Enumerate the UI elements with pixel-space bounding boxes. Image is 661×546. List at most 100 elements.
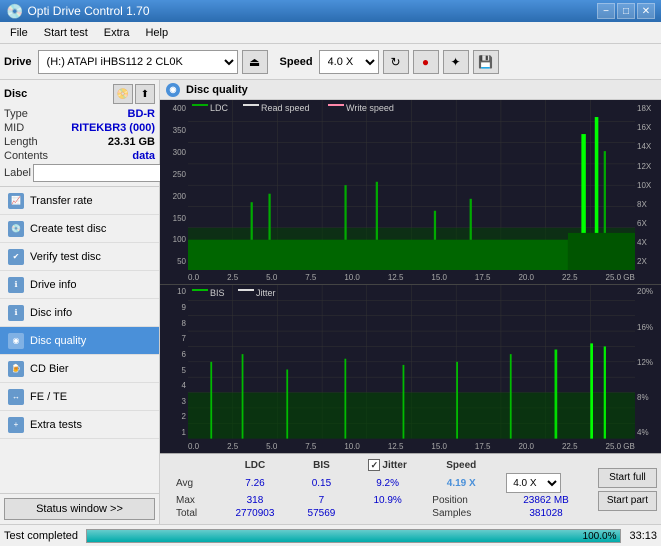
disc-contents-row: Contents data bbox=[4, 150, 155, 162]
maximize-button[interactable]: □ bbox=[617, 3, 635, 19]
y2r-20: 20% bbox=[637, 287, 653, 296]
x1-10: 10.0 bbox=[344, 273, 360, 282]
progress-bar-fill bbox=[87, 530, 620, 542]
progress-text: 100.0% bbox=[583, 531, 617, 542]
title-bar-controls: − □ ✕ bbox=[597, 3, 655, 19]
drive-select[interactable]: (H:) ATAPI iHBS112 2 CL0K bbox=[38, 50, 238, 74]
y1r-8x: 8X bbox=[637, 200, 647, 209]
x2-15: 15.0 bbox=[431, 442, 447, 451]
stats-panel: LDC BIS ✓ Jitter Speed bbox=[160, 453, 661, 524]
disc-label-input[interactable] bbox=[33, 164, 171, 182]
x1-25: 2.5 bbox=[227, 273, 238, 282]
extra-tests-icon: + bbox=[8, 417, 24, 433]
y2-2: 2 bbox=[182, 412, 186, 421]
sidebar-bottom: Status window >> bbox=[0, 493, 159, 524]
x2-125: 12.5 bbox=[388, 442, 404, 451]
x1-75: 7.5 bbox=[305, 273, 316, 282]
sidebar-item-disc-quality[interactable]: ◉ Disc quality bbox=[0, 327, 159, 355]
drive-info-icon: ℹ bbox=[8, 277, 24, 293]
eject-button[interactable]: ⏏ bbox=[242, 50, 268, 74]
svg-text:BIS: BIS bbox=[210, 288, 225, 298]
x2-175: 17.5 bbox=[475, 442, 491, 451]
sidebar-item-transfer-rate[interactable]: 📈 Transfer rate bbox=[0, 187, 159, 215]
col-ldc-header bbox=[168, 458, 218, 472]
speed-label: Speed bbox=[280, 56, 313, 68]
y1r-6x: 6X bbox=[637, 219, 647, 228]
menu-extra[interactable]: Extra bbox=[96, 25, 138, 41]
col-speed-header: Speed bbox=[424, 458, 498, 472]
disc-info-icon: ℹ bbox=[8, 305, 24, 321]
y2-6: 6 bbox=[182, 350, 186, 359]
stats-total-row: Total 2770903 57569 Samples 381028 bbox=[168, 507, 594, 520]
sidebar-item-cd-bier[interactable]: 🍺 CD Bier bbox=[0, 355, 159, 383]
close-button[interactable]: ✕ bbox=[637, 3, 655, 19]
menu-start-test[interactable]: Start test bbox=[36, 25, 96, 41]
sidebar-item-create-test-disc[interactable]: 💿 Create test disc bbox=[0, 215, 159, 243]
x1-20: 20.0 bbox=[518, 273, 534, 282]
speed-select-stats[interactable]: 4.0 X2.0 XMAX bbox=[506, 473, 561, 493]
disc-type-row: Type BD-R bbox=[4, 108, 155, 120]
refresh-button[interactable]: ↻ bbox=[383, 50, 409, 74]
disc-icon-1[interactable]: 📀 bbox=[113, 84, 133, 104]
x1-125: 12.5 bbox=[388, 273, 404, 282]
y2r-12: 12% bbox=[637, 358, 653, 367]
speed-select[interactable]: 4.0 X 2.0 X MAX bbox=[319, 50, 379, 74]
record-button[interactable]: ● bbox=[413, 50, 439, 74]
disc-panel-header: Disc 📀 ⬆ bbox=[4, 84, 155, 104]
y2-8: 8 bbox=[182, 319, 186, 328]
save-button[interactable]: 💾 bbox=[473, 50, 499, 74]
start-full-button[interactable]: Start full bbox=[598, 468, 657, 488]
fe-te-icon: ↔ bbox=[8, 389, 24, 405]
title-bar-title: 💿 Opti Drive Control 1.70 bbox=[6, 3, 150, 20]
start-part-button[interactable]: Start part bbox=[598, 491, 657, 511]
jitter-checkbox[interactable]: ✓ bbox=[368, 459, 380, 471]
y1-200: 200 bbox=[173, 192, 186, 201]
chart2-svg: BIS Jitter bbox=[188, 285, 635, 439]
chart1: 400 350 300 250 200 150 100 50 18X 16X 1… bbox=[160, 100, 661, 285]
y1-250: 250 bbox=[173, 170, 186, 179]
x1-15: 15.0 bbox=[431, 273, 447, 282]
sidebar-item-fe-te[interactable]: ↔ FE / TE bbox=[0, 383, 159, 411]
disc-panel: Disc 📀 ⬆ Type BD-R MID RITEKBR3 (000) Le… bbox=[0, 80, 159, 187]
x1-5: 5.0 bbox=[266, 273, 277, 282]
x2-0: 0.0 bbox=[188, 442, 199, 451]
y1-100: 100 bbox=[173, 235, 186, 244]
minimize-button[interactable]: − bbox=[597, 3, 615, 19]
disc-length-val: 23.31 GB bbox=[108, 136, 155, 148]
col-bis-val-header: BIS bbox=[292, 458, 351, 472]
erase-button[interactable]: ✦ bbox=[443, 50, 469, 74]
y2-3: 3 bbox=[182, 397, 186, 406]
disc-label-row: Label ✎ bbox=[4, 164, 155, 182]
app-title: Opti Drive Control 1.70 bbox=[27, 4, 149, 18]
y1-400: 400 bbox=[173, 104, 186, 113]
disc-panel-label: Disc bbox=[4, 88, 27, 100]
sidebar-item-verify-test-disc[interactable]: ✔ Verify test disc bbox=[0, 243, 159, 271]
sidebar-item-extra-tests[interactable]: + Extra tests bbox=[0, 411, 159, 439]
sidebar-item-drive-info[interactable]: ℹ Drive info bbox=[0, 271, 159, 299]
y2-7: 7 bbox=[182, 334, 186, 343]
start-buttons: Start full Start part bbox=[594, 454, 661, 524]
y1-300: 300 bbox=[173, 148, 186, 157]
stats-avg-row: Avg 7.26 0.15 9.2% 4.19 X 4.0 X2.0 XMAX bbox=[168, 472, 594, 494]
x1-175: 17.5 bbox=[475, 273, 491, 282]
menu-file[interactable]: File bbox=[2, 25, 36, 41]
menu-help[interactable]: Help bbox=[137, 25, 176, 41]
y1r-16x: 16X bbox=[637, 123, 651, 132]
stats-max-row: Max 318 7 10.9% Position 23862 MB bbox=[168, 494, 594, 507]
y1-150: 150 bbox=[173, 214, 186, 223]
y1r-18x: 18X bbox=[637, 104, 651, 113]
svg-text:Write speed: Write speed bbox=[346, 103, 394, 113]
sidebar-item-disc-info[interactable]: ℹ Disc info bbox=[0, 299, 159, 327]
chart2-xaxis: 0.0 2.5 5.0 7.5 10.0 12.5 15.0 17.5 20.0… bbox=[188, 439, 635, 453]
svg-text:LDC: LDC bbox=[210, 103, 229, 113]
disc-icon-2[interactable]: ⬆ bbox=[135, 84, 155, 104]
status-window-button[interactable]: Status window >> bbox=[4, 498, 155, 520]
sidebar: Disc 📀 ⬆ Type BD-R MID RITEKBR3 (000) Le… bbox=[0, 80, 160, 524]
y1r-10x: 10X bbox=[637, 181, 651, 190]
transfer-rate-icon: 📈 bbox=[8, 193, 24, 209]
y1-50: 50 bbox=[177, 257, 186, 266]
disc-type-val: BD-R bbox=[128, 108, 156, 120]
progress-bar-container: 100.0% bbox=[86, 529, 621, 543]
menu-bar: File Start test Extra Help bbox=[0, 22, 661, 44]
drive-label: Drive bbox=[4, 56, 32, 68]
